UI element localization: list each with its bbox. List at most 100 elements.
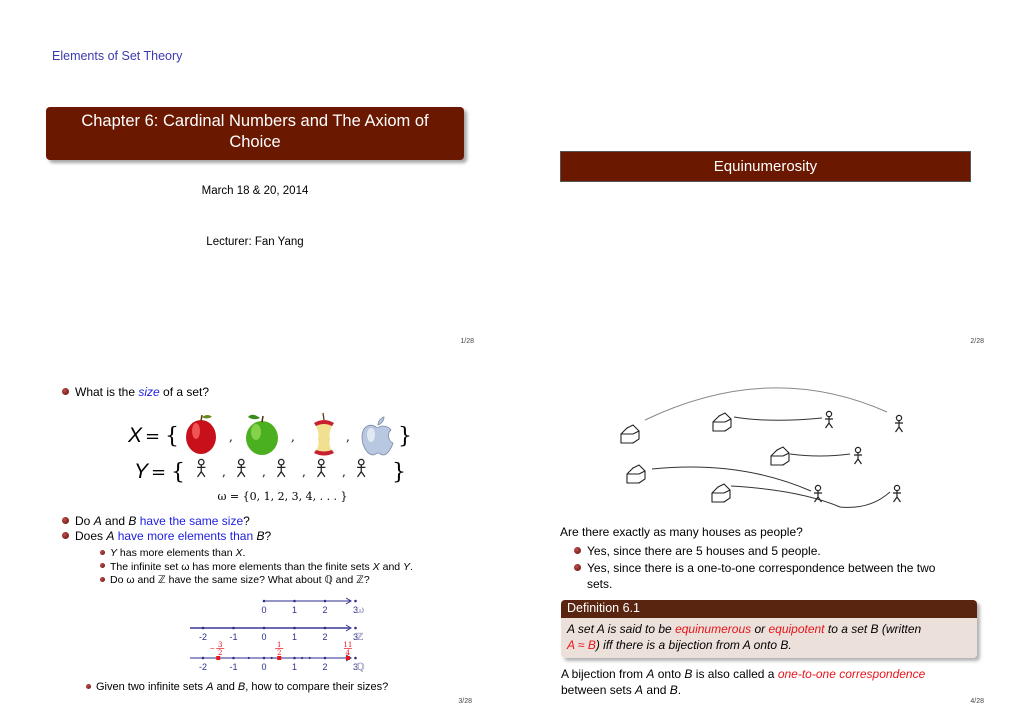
page-number: 3/28 <box>458 698 472 705</box>
svg-text:−: − <box>210 644 215 653</box>
house-icon <box>620 424 640 444</box>
comma: , <box>342 465 346 479</box>
title-line-1: Chapter 6: Cardinal Numbers and The Axio… <box>81 112 429 130</box>
set-label: ω <box>356 605 364 616</box>
svg-text:1: 1 <box>277 641 281 649</box>
stick-figure-icon <box>317 458 326 478</box>
tick-label: 1 <box>292 605 297 615</box>
bullet-icon <box>100 563 105 569</box>
tick-dot <box>323 626 327 630</box>
comma: , <box>302 465 306 479</box>
title-line-2: Choice <box>229 133 281 151</box>
comma: , <box>346 430 350 444</box>
stick-figure-icon <box>277 458 286 478</box>
red-apple-icon <box>186 414 216 454</box>
more-elements-link: have more elements than <box>114 529 257 543</box>
presentation-header[interactable]: Elements of Set Theory <box>52 49 182 63</box>
comma: , <box>262 465 266 479</box>
term-one-to-one: one-to-one correspondence <box>777 667 926 681</box>
set-y-name: Y <box>134 460 150 483</box>
tick-dot <box>201 626 205 630</box>
fraction-label: 32− <box>210 641 225 657</box>
tick-dot <box>201 656 205 660</box>
set-label: ℚ <box>356 662 365 673</box>
sub-bullet: The infinite set ω has more elements tha… <box>100 561 413 575</box>
close-brace: } <box>398 424 412 449</box>
fraction-label: 12 <box>275 641 284 657</box>
tick-dot <box>293 626 296 630</box>
equals-sign: = <box>151 462 166 483</box>
tick-dot <box>354 656 357 660</box>
tick-dot <box>293 656 296 660</box>
tick-label: 1 <box>292 632 297 642</box>
stick-figure-icon <box>825 410 833 429</box>
open-brace: { <box>171 460 185 485</box>
open-brace: { <box>165 424 179 449</box>
main-bullets: Do A and B have the same size? Does A ha… <box>62 514 271 544</box>
definition-body: A set A is said to be equinumerous or eq… <box>561 618 977 658</box>
tick-dot <box>323 599 327 603</box>
stick-figure-icon <box>854 446 862 465</box>
number-lines-diagram: 0123ω-3-2-10123ℤ-3-2-10123ℚ32−12114 <box>190 597 365 673</box>
tick-label: 0 <box>261 605 266 615</box>
number-line: 0 1 2 3ω <box>261 597 364 616</box>
tick-label: -2 <box>199 632 207 642</box>
rational-dot <box>270 656 273 660</box>
rational-dot <box>247 656 250 660</box>
page-number: 1/28 <box>460 338 474 345</box>
tick-label: -1 <box>229 662 237 672</box>
rational-dot <box>301 656 304 660</box>
matching-line <box>789 453 851 457</box>
tick-dot <box>262 599 266 603</box>
apple-core-icon <box>314 412 334 456</box>
set-y-row: Y = { ,,,, } <box>134 458 406 485</box>
bullet-same-size: Do A and B have the same size? <box>62 514 271 529</box>
house-icon <box>626 464 646 484</box>
slide-4: Are there exactly as many houses as peop… <box>510 361 1020 721</box>
fraction-label: 114 <box>343 641 352 657</box>
tick-label: -2 <box>199 662 207 672</box>
house-icon <box>711 483 731 503</box>
bijection-note: A bijection from A onto B is also called… <box>561 667 926 697</box>
rational-dot <box>308 656 311 660</box>
omega-definition: ω = {0, 1, 2, 3, 4, . . . } <box>217 490 348 503</box>
comma: , <box>222 465 226 479</box>
bullet-icon <box>574 547 581 555</box>
same-size-link: have the same size <box>136 514 244 528</box>
slide-1: Elements of Set Theory Chapter 6: Cardin… <box>0 0 510 360</box>
bullet-icon <box>574 564 581 572</box>
section-title: Equinumerosity <box>560 151 971 182</box>
stick-figure-icon <box>895 414 903 433</box>
size-emphasis: size <box>138 385 160 399</box>
set-x-row: X = { , , ,} <box>128 412 412 456</box>
date: March 18 & 20, 2014 <box>201 185 309 197</box>
title-box: Chapter 6: Cardinal Numbers and The Axio… <box>46 107 464 160</box>
compare-question: Given two infinite sets A and B, how to … <box>86 681 388 693</box>
answer-bullet: Yes, since there are 5 houses and 5 peop… <box>574 544 821 559</box>
tick-dot <box>323 656 327 660</box>
houses-people-diagram <box>620 387 903 508</box>
tick-dot <box>232 626 235 630</box>
matching-line <box>733 416 823 421</box>
svg-text:2: 2 <box>218 649 222 657</box>
stick-figure-icon <box>197 458 206 478</box>
tick-dot <box>262 656 266 660</box>
house-icon <box>712 412 732 432</box>
sub-bullet: Y has more elements than X. <box>100 547 413 561</box>
bullet-more-elements: Does A have more elements than B? <box>62 529 271 544</box>
answer-bullet-continuation: sets. <box>587 577 613 591</box>
tick-dot <box>232 656 235 660</box>
matching-line <box>644 387 888 421</box>
definition-title: Definition 6.1 <box>561 600 977 618</box>
tick-label: -1 <box>229 632 237 642</box>
set-x-name: X <box>128 424 143 447</box>
bullet-icon <box>86 683 91 689</box>
bullet-icon <box>62 388 69 396</box>
tick-dot <box>354 626 357 630</box>
svg-text:3: 3 <box>218 641 222 649</box>
sub-bullet: Do ω and ℤ have the same size? What abou… <box>100 574 413 588</box>
tick-label: 1 <box>292 662 297 672</box>
close-brace: } <box>392 460 406 485</box>
tick-label: 2 <box>322 632 327 642</box>
sub-bullets: Y has more elements than X. The infinite… <box>100 547 413 588</box>
